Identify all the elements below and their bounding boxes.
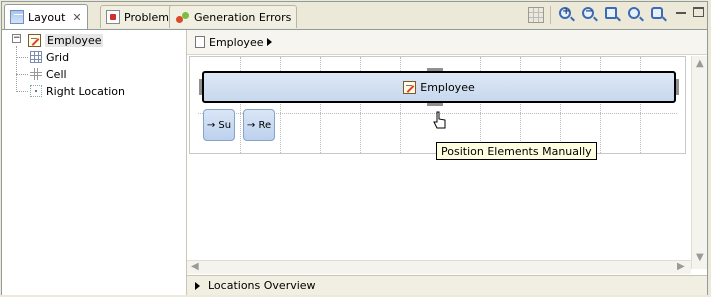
zoom-page-icon[interactable] — [651, 7, 663, 19]
toolbar-separator — [550, 6, 551, 24]
submit-button[interactable]: → Su — [203, 109, 235, 141]
tree-connector — [16, 91, 28, 92]
locations-overview-bar[interactable]: Locations Overview — [187, 275, 707, 295]
grid-toggle-icon[interactable] — [528, 7, 544, 23]
minimize-icon[interactable] — [674, 6, 688, 20]
tab-generation-errors[interactable]: Generation Errors — [169, 5, 298, 28]
breadcrumb-label[interactable]: Employee — [209, 36, 263, 49]
tab-bar: Layout ✕ Problems Generation Errors — [2, 2, 707, 30]
location-icon — [30, 85, 42, 97]
tree-connector — [16, 74, 28, 75]
employee-form-icon — [403, 80, 417, 94]
tooltip-text: Position Elements Manually — [441, 144, 592, 158]
page-icon — [195, 36, 205, 48]
employee-form-icon — [28, 33, 41, 47]
submit-button-label: → Su — [206, 119, 232, 131]
generation-errors-icon — [175, 10, 190, 25]
tree-item-employee[interactable]: Employee — [28, 32, 104, 48]
cell-icon — [30, 68, 42, 80]
reset-button[interactable]: → Re — [243, 109, 275, 141]
zoom-in-icon[interactable] — [559, 6, 571, 19]
tree-item-label: Grid — [46, 50, 70, 64]
resize-handle[interactable] — [427, 103, 443, 106]
resize-handle[interactable] — [199, 79, 202, 95]
tree-item-label: Right Location — [46, 84, 125, 98]
resize-handle[interactable] — [427, 68, 443, 71]
chevron-right-icon[interactable] — [195, 281, 200, 290]
tree-connector — [16, 46, 17, 92]
grid-icon — [30, 51, 42, 63]
resize-handle[interactable] — [676, 79, 679, 95]
zoom-selection-icon[interactable] — [628, 7, 640, 19]
layout-icon — [10, 10, 24, 24]
tree-item-label: Cell — [46, 67, 67, 81]
tree-item-cell[interactable]: Cell — [30, 66, 67, 82]
zoom-out-icon[interactable] — [582, 6, 594, 19]
scroll-left-icon[interactable]: ◀ — [191, 261, 199, 272]
tree-item-grid[interactable]: Grid — [30, 49, 69, 65]
scroll-down-icon[interactable]: ▼ — [696, 252, 704, 263]
mouse-pointer-icon — [433, 111, 446, 129]
horizontal-scrollbar[interactable]: ◀ ▶ — [187, 260, 691, 274]
tab-generation-errors-label: Generation Errors — [194, 10, 292, 24]
breadcrumb: Employee — [187, 30, 707, 55]
scroll-right-icon[interactable]: ▶ — [677, 261, 685, 272]
tab-layout[interactable]: Layout ✕ — [4, 4, 88, 29]
layout-editor: Employee Employee → Su → Re Position Ele… — [187, 30, 707, 295]
design-canvas[interactable]: Employee → Su → Re Position Elements Man… — [187, 56, 691, 269]
tree-expand-toggle[interactable]: − — [12, 34, 21, 43]
tab-layout-label: Layout — [28, 10, 66, 24]
close-icon[interactable]: ✕ — [72, 11, 81, 24]
chevron-right-icon[interactable] — [267, 38, 273, 46]
vertical-scrollbar[interactable]: ▲ ▼ — [691, 56, 707, 269]
tree-connector — [16, 57, 28, 58]
tooltip: Position Elements Manually — [436, 142, 597, 160]
grid-container[interactable]: Employee → Su → Re — [189, 56, 686, 154]
scroll-up-icon[interactable]: ▲ — [696, 58, 704, 69]
selected-element-label: Employee — [420, 80, 475, 94]
tab-problems-label: Problems — [124, 10, 175, 24]
zoom-fit-icon[interactable] — [605, 7, 617, 19]
problems-icon — [106, 10, 120, 24]
selected-element[interactable]: Employee — [202, 71, 676, 103]
locations-overview-label: Locations Overview — [208, 279, 316, 292]
outline-tree: − Employee Grid Cell Right Location — [2, 30, 187, 295]
tree-item-right-location[interactable]: Right Location — [30, 83, 125, 99]
tree-item-label: Employee — [45, 33, 104, 47]
layout-view: Layout ✕ Problems Generation Errors + − … — [1, 1, 708, 295]
reset-button-label: → Re — [246, 119, 272, 131]
maximize-icon[interactable] — [692, 6, 706, 20]
